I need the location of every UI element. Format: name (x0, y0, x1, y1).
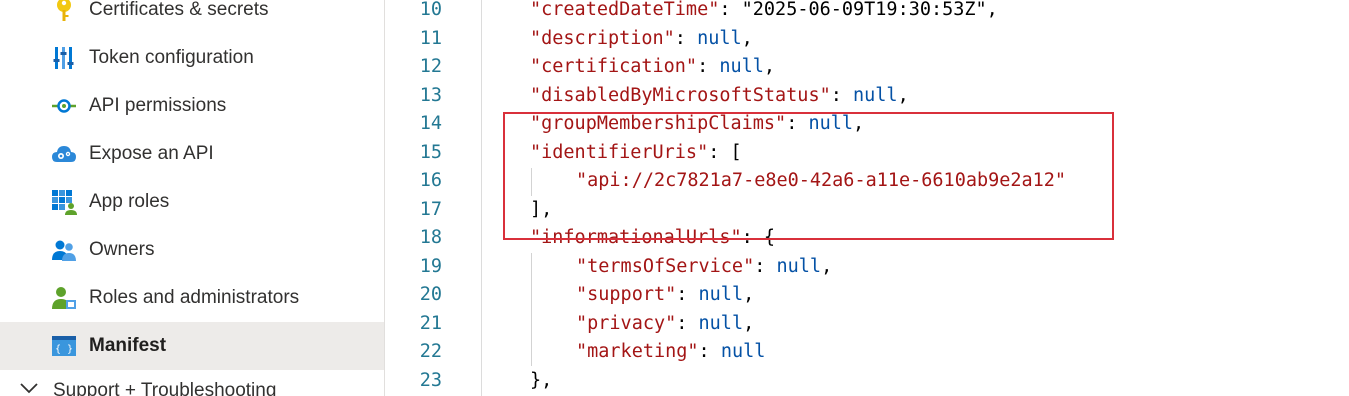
code-text: "informationalUrls": { (530, 227, 776, 248)
sidebar-item-api-permissions[interactable]: API permissions (0, 82, 384, 130)
line-number: 15 (419, 141, 442, 163)
code-line[interactable]: 23}, (385, 367, 1349, 395)
line-number: 16 (419, 170, 442, 191)
chevron-down-icon[interactable] (18, 378, 40, 396)
sidebar-item-label: Token configuration (89, 47, 254, 68)
line-number: 10 (419, 0, 442, 20)
code-text: "disabledByMicrosoftStatus": null, (530, 84, 909, 106)
sidebar-item-label: Owners (89, 239, 155, 260)
sidebar-item-token-configuration[interactable]: Token configuration (0, 34, 384, 82)
sidebar-item-owners[interactable]: Owners (0, 226, 384, 274)
code-line[interactable]: 18 "informationalUrls": { (385, 224, 1349, 252)
key-icon (51, 0, 77, 23)
code-line[interactable]: 16 "api://2c7821a7-e8e0-42a6-a11e-6610ab9… (385, 167, 1349, 195)
line-number: 19 (419, 255, 442, 277)
code-text: ], (530, 198, 553, 220)
cloud-gear-icon (51, 141, 77, 167)
sidebar-item-roles-and-administrators[interactable]: Roles and administrators (0, 274, 384, 322)
owners-people-icon (51, 237, 77, 263)
code-line[interactable]: 12 "certification": null, (385, 53, 1349, 81)
line-number: 17 (419, 198, 442, 220)
manifest-code-editor[interactable]: 10 "createdDateTime": "2025-06-09T19:30:5… (385, 0, 1349, 396)
sidebar-nav: Certificates & secrets Token configurati… (0, 0, 385, 396)
code-line[interactable]: 11 "description": null, (385, 25, 1349, 53)
line-number: 11 (419, 27, 442, 49)
sidebar-item-label: API permissions (89, 95, 227, 116)
code-line[interactable]: 20 "support": null, (385, 281, 1349, 309)
line-number: 20 (419, 284, 442, 305)
sidebar-item-manifest[interactable]: { } Manifest (0, 322, 384, 370)
manifest-braces-icon: { } (51, 333, 77, 359)
sidebar-item-label: Certificates & secrets (89, 0, 269, 20)
code-text: "api://2c7821a7-e8e0-42a6-a11e-6610ab9e2… (576, 170, 1067, 191)
code-text: "identifierUris": [ (530, 141, 742, 163)
line-number: 22 (419, 341, 442, 362)
sidebar-item-label: App roles (89, 191, 170, 212)
api-permissions-icon (51, 93, 77, 119)
code-line[interactable]: 21 "privacy": null, (385, 310, 1349, 338)
code-text: "description": null, (530, 27, 753, 49)
code-text: "certification": null, (530, 56, 776, 77)
roles-admin-icon (51, 285, 77, 311)
sidebar-item-certificates-secrets[interactable]: Certificates & secrets (0, 0, 384, 34)
code-text: "createdDateTime": "2025-06-09T19:30:53Z… (530, 0, 998, 20)
code-line[interactable]: 17], (385, 196, 1349, 224)
code-line[interactable]: 14 "groupMembershipClaims": null, (385, 110, 1349, 138)
code-text: "support": null, (576, 284, 755, 305)
svg-text:{ }: { } (55, 344, 73, 355)
line-number: 12 (419, 56, 442, 77)
sidebar-item-label: Manifest (89, 335, 167, 356)
line-number: 23 (419, 369, 442, 391)
code-line[interactable]: 19 "termsOfService": null, (385, 253, 1349, 281)
code-text: "marketing": null (576, 341, 766, 362)
code-line[interactable]: 13 "disabledByMicrosoftStatus": null, (385, 82, 1349, 110)
sidebar-item-expose-an-api[interactable]: Expose an API (0, 130, 384, 178)
code-text: "groupMembershipClaims": null, (530, 113, 865, 134)
section-support-troubleshooting[interactable]: Support + Troubleshooting (0, 372, 384, 396)
code-line[interactable]: 10 "createdDateTime": "2025-06-09T19:30:5… (385, 0, 1349, 24)
sidebar-item-app-roles[interactable]: App roles (0, 178, 384, 226)
line-number: 13 (419, 84, 442, 106)
code-line[interactable]: 15 "identifierUris": [ (385, 139, 1349, 167)
code-text: "privacy": null, (576, 312, 755, 334)
sidebar-item-label: Roles and administrators (89, 287, 300, 308)
code-line[interactable]: 22 "marketing": null (385, 338, 1349, 366)
sidebar-item-label: Expose an API (89, 143, 214, 164)
app-roles-grid-icon (51, 189, 77, 215)
code-text: "termsOfService": null, (576, 255, 833, 277)
token-bars-icon (51, 45, 77, 71)
line-number: 18 (419, 227, 442, 248)
section-label: Support + Troubleshooting (53, 380, 277, 396)
line-number: 21 (419, 312, 442, 334)
code-text: }, (530, 369, 553, 391)
line-number: 14 (419, 113, 442, 134)
